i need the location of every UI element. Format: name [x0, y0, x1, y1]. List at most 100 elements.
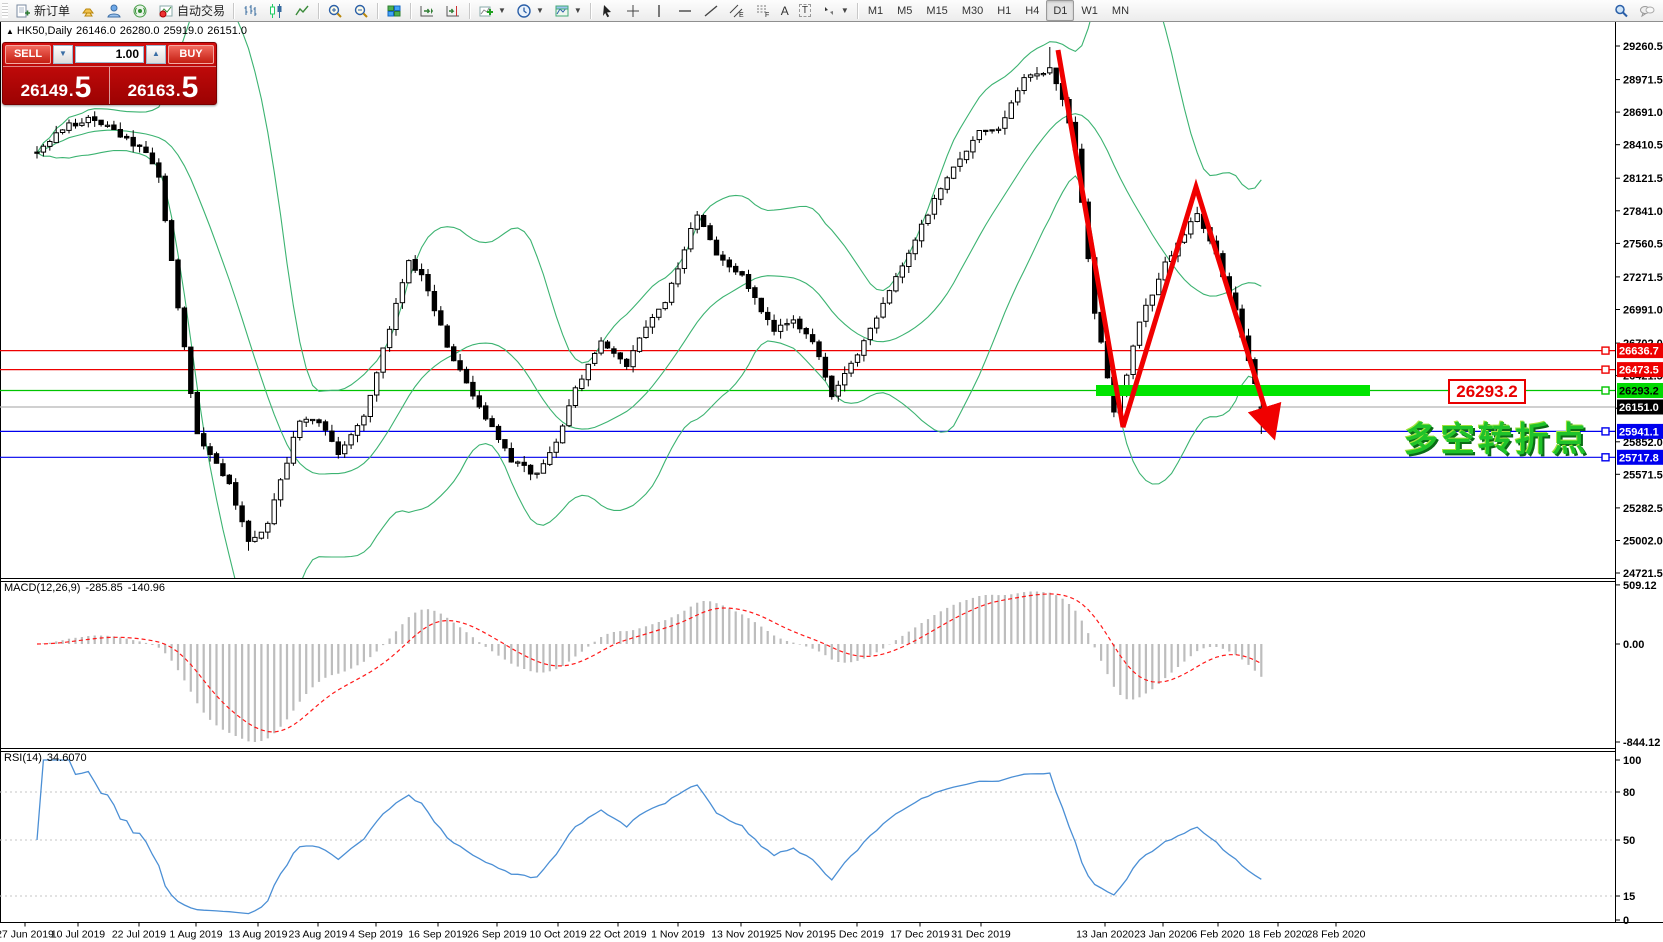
volume-input[interactable]: 1.00	[75, 46, 144, 63]
bar-chart-button[interactable]	[237, 0, 263, 21]
toolbar-separator	[233, 2, 235, 19]
date-axis[interactable]: 27 Jun 201910 Jul 2019 22 Jul 2019 1 Aug 2…	[0, 922, 1366, 941]
svg-text:25 Nov 2019: 25 Nov 2019	[770, 929, 830, 941]
auto-trading-label: 自动交易	[177, 4, 226, 18]
zoom-in-button[interactable]	[322, 0, 348, 21]
zoom-out-icon	[353, 3, 369, 19]
label-tool-button[interactable]: T	[794, 0, 816, 21]
svg-text:26636.7: 26636.7	[1619, 346, 1659, 358]
timeframe-m1[interactable]: M1	[861, 0, 890, 21]
rsi-value: 34.6070	[46, 752, 87, 764]
chart-canvas[interactable]: 29260.5 28971.5 28691.0 28410.5 28121.5 27841…	[0, 0, 1663, 942]
auto-trading-button[interactable]: 自动交易	[153, 0, 230, 21]
zoom-in-icon	[327, 3, 343, 19]
svg-text:F: F	[765, 12, 769, 19]
buy-price[interactable]: 26163 . 5	[110, 67, 216, 104]
low-value: 25919.0	[163, 25, 204, 37]
horizontal-lines-layer[interactable]	[0, 350, 1615, 458]
high-value: 26280.0	[119, 25, 160, 37]
tile-windows-icon	[386, 3, 402, 19]
auto-scroll-icon	[419, 3, 435, 19]
candlestick-chart-icon	[268, 3, 284, 19]
chart-header: ▲ HK50,Daily 26146.0 26280.0 25919.0 26151.0	[6, 25, 251, 37]
svg-text:25717.8: 25717.8	[1619, 452, 1659, 464]
buy-button[interactable]: BUY	[168, 45, 214, 64]
crosshair-tool-button[interactable]	[620, 0, 646, 21]
channel-tool-button[interactable]: E	[724, 0, 750, 21]
new-order-icon	[15, 3, 31, 19]
bollinger-bands	[36, 22, 1262, 578]
zoom-out-button[interactable]	[348, 0, 374, 21]
macd-value: -285.85	[85, 582, 123, 594]
fibonacci-tool-button[interactable]: F	[750, 0, 776, 21]
signals-button[interactable]	[127, 0, 153, 21]
timeframe-h1[interactable]: H1	[990, 0, 1018, 21]
sell-button[interactable]: SELL	[5, 45, 51, 64]
timeframe-h4[interactable]: H4	[1018, 0, 1046, 21]
arrows-icon	[821, 3, 837, 19]
timeframe-d1[interactable]: D1	[1046, 0, 1075, 21]
line-chart-button[interactable]	[289, 0, 315, 21]
candlestick-chart-button[interactable]	[263, 0, 289, 21]
templates-button[interactable]: ▼	[549, 0, 587, 21]
chevron-down-icon: ▼	[573, 6, 582, 15]
candles-layer	[34, 47, 1264, 551]
timeframe-m30[interactable]: M30	[955, 0, 990, 21]
svg-text:22 Jul 2019: 22 Jul 2019	[112, 929, 166, 941]
timeframe-m5[interactable]: M5	[890, 0, 919, 21]
horizontal-line-tool-button[interactable]	[672, 0, 698, 21]
volume-decrease-button[interactable]: ▼	[53, 45, 73, 64]
text-icon: A	[780, 3, 789, 18]
price-axis[interactable]: 29260.5 28971.5 28691.0 28410.5 28121.5 27841…	[1615, 41, 1663, 927]
channel-icon: E	[729, 3, 745, 19]
sell-price-frac: 5	[74, 71, 92, 104]
svg-text:25941.1: 25941.1	[1619, 426, 1659, 438]
search-icon[interactable]	[1613, 3, 1629, 19]
indicators-button[interactable]: ▼	[473, 0, 511, 21]
text-tool-button[interactable]: A	[776, 0, 794, 21]
price-callout-box[interactable]: 26293.2	[1448, 379, 1526, 404]
tile-windows-button[interactable]	[381, 0, 407, 21]
chart-shift-button[interactable]	[440, 0, 466, 21]
rsi-indicator-label: RSI(14) 34.6070	[4, 752, 92, 764]
trendline-tool-button[interactable]	[698, 0, 724, 21]
svg-text:26 Sep 2019: 26 Sep 2019	[467, 929, 527, 941]
fibonacci-icon: F	[755, 3, 771, 19]
community-button[interactable]	[101, 0, 127, 21]
svg-text:27271.5: 27271.5	[1623, 272, 1663, 284]
svg-text:22 Oct 2019: 22 Oct 2019	[589, 929, 646, 941]
new-order-button[interactable]: 新订单	[10, 0, 75, 21]
periods-button[interactable]: ▼	[511, 0, 549, 21]
svg-text:5 Dec 2019: 5 Dec 2019	[830, 929, 884, 941]
svg-text:27 Jun 2019: 27 Jun 2019	[0, 929, 54, 941]
cursor-tool-button[interactable]	[594, 0, 620, 21]
vertical-line-tool-button[interactable]	[646, 0, 672, 21]
turning-point-annotation[interactable]: 多空转折点	[1404, 412, 1589, 461]
volume-increase-button[interactable]: ▲	[146, 45, 166, 64]
timeframe-m15[interactable]: M15	[919, 0, 954, 21]
svg-text:28691.0: 28691.0	[1623, 107, 1663, 119]
market-button[interactable]	[75, 0, 101, 21]
svg-text:E: E	[739, 12, 744, 19]
auto-trading-icon	[158, 3, 174, 19]
toolbar-separator	[469, 2, 471, 19]
indicators-icon	[478, 3, 494, 19]
chart-shift-icon	[445, 3, 461, 19]
macd-histogram	[42, 591, 1263, 742]
cursor-icon	[599, 3, 615, 19]
toolbar-separator	[377, 2, 379, 19]
chat-icon[interactable]	[1639, 3, 1655, 19]
rsi-name: RSI(14)	[4, 752, 42, 764]
svg-text:1 Nov 2019: 1 Nov 2019	[651, 929, 705, 941]
timeframe-mn[interactable]: MN	[1105, 0, 1136, 21]
trend-arrow[interactable]	[1055, 49, 1282, 441]
auto-scroll-button[interactable]	[414, 0, 440, 21]
arrows-tool-button[interactable]: ▼	[816, 0, 854, 21]
periods-icon	[516, 3, 532, 19]
symbol-marker-icon: ▲	[6, 27, 14, 36]
timeframe-w1[interactable]: W1	[1074, 0, 1105, 21]
svg-text:1 Aug 2019: 1 Aug 2019	[169, 929, 222, 941]
sell-price[interactable]: 26149 . 5	[3, 67, 110, 104]
toolbar-grip[interactable]	[2, 3, 8, 18]
svg-text:28971.5: 28971.5	[1623, 75, 1663, 87]
